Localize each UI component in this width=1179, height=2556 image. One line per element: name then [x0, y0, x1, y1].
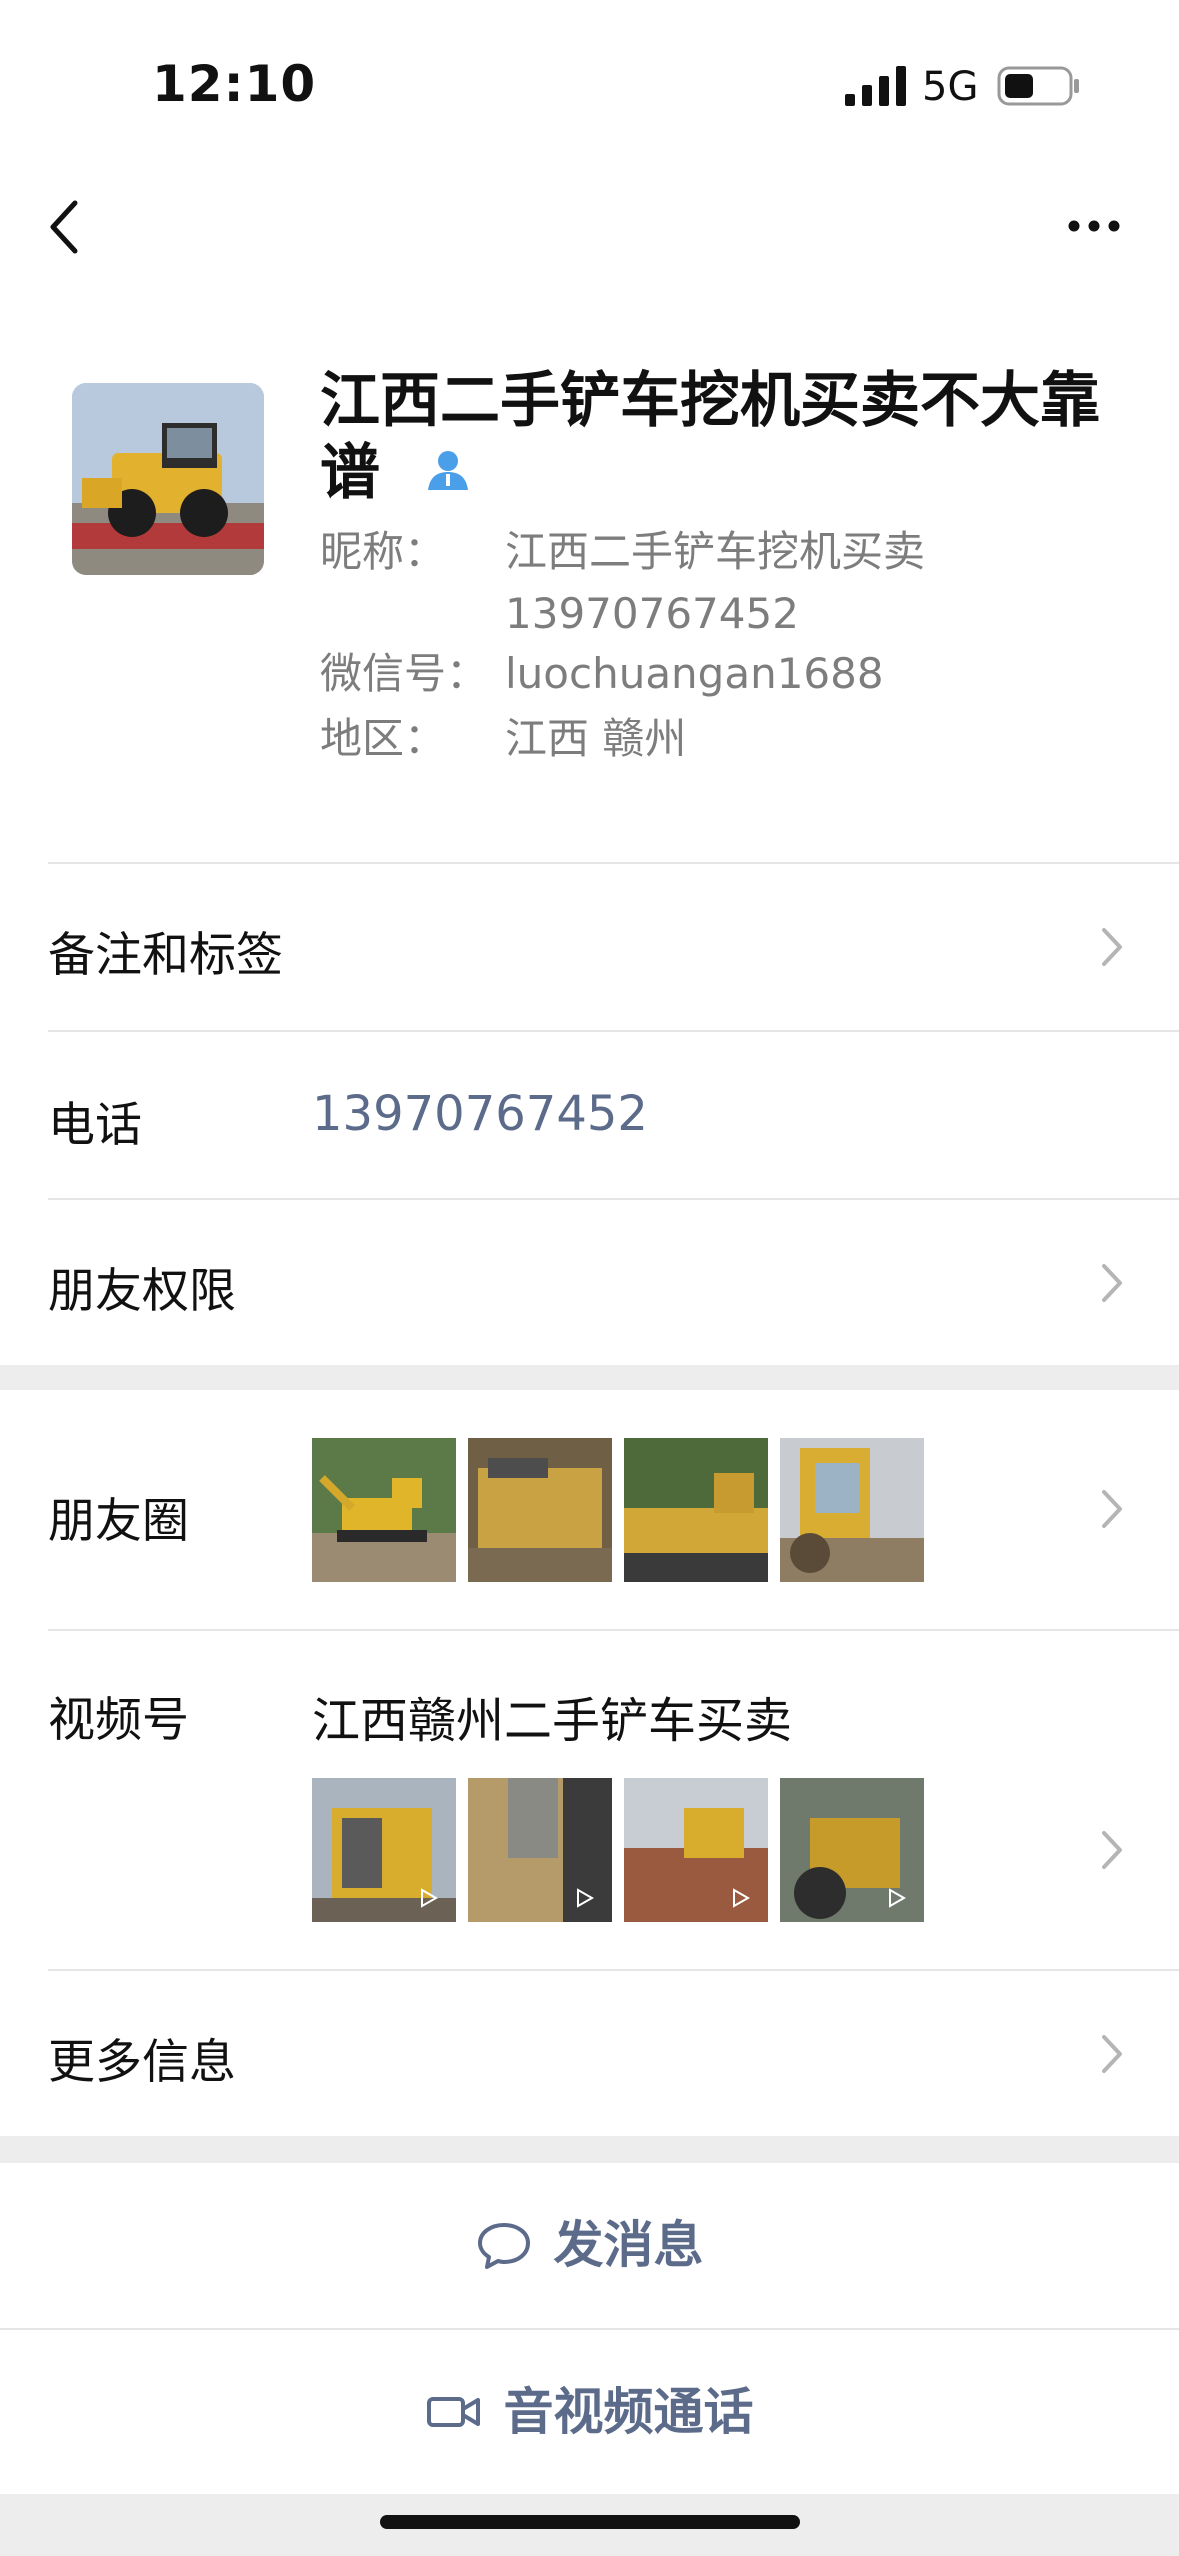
avatar[interactable]: [72, 383, 264, 575]
moments-label: 朋友圈: [48, 1494, 189, 1549]
chevron-right-icon: [1102, 1490, 1122, 1528]
nickname-label: 昵称：: [320, 527, 447, 576]
more-info-label: 更多信息: [48, 2035, 236, 2090]
channels-video-thumbnail: [468, 1778, 612, 1922]
phone-row[interactable]: 电话 13970767452: [0, 1032, 1179, 1198]
video-call-label: 音视频通话: [503, 2383, 754, 2441]
status-bar: 12:10 5G: [0, 0, 1179, 170]
channels-video-thumbnail: [780, 1778, 924, 1922]
chevron-right-icon: [1102, 928, 1122, 966]
friend-permissions-row[interactable]: 朋友权限: [0, 1200, 1179, 1365]
nickname-line2: 13970767452: [505, 589, 799, 638]
region-label: 地区：: [320, 714, 447, 763]
nickname-line1: 江西二手铲车挖机买卖: [505, 527, 926, 576]
moments-thumbnail: [312, 1438, 456, 1582]
channels-row[interactable]: 视频号 江西赣州二手铲车买卖: [0, 1631, 1179, 1969]
chevron-right-icon: [1102, 1831, 1122, 1869]
person-verified-icon: [428, 451, 468, 491]
profile-name: 江西二手铲车挖机买卖不大靠谱: [320, 365, 1120, 509]
send-message-button[interactable]: 发消息: [0, 2163, 1179, 2328]
moments-row[interactable]: 朋友圈: [0, 1390, 1179, 1629]
battery-icon: [997, 66, 1079, 106]
section-separator: [0, 2136, 1179, 2163]
signal-icon: [845, 66, 906, 106]
channels-video-thumbnail: [624, 1778, 768, 1922]
moments-thumbnail: [780, 1438, 924, 1582]
channels-title: 江西赣州二手铲车买卖: [312, 1693, 793, 1749]
back-icon[interactable]: [45, 195, 85, 259]
channels-label: 视频号: [48, 1693, 189, 1748]
phone-number-link[interactable]: 13970767452: [312, 1086, 648, 1142]
region-value: 江西 赣州: [505, 714, 687, 763]
nickname-value: 江西二手铲车挖机买卖 13970767452: [505, 521, 1065, 645]
chevron-right-icon: [1102, 1264, 1122, 1302]
video-call-button[interactable]: 音视频通话: [0, 2330, 1179, 2494]
more-info-row[interactable]: 更多信息: [0, 1971, 1179, 2136]
home-indicator[interactable]: [380, 2515, 800, 2529]
section-separator: [0, 1365, 1179, 1390]
channels-video-thumbnail: [312, 1778, 456, 1922]
send-message-label: 发消息: [553, 2216, 704, 2274]
chat-bubble-icon: [477, 2222, 530, 2269]
remarks-row[interactable]: 备注和标签: [0, 864, 1179, 1030]
remarks-label: 备注和标签: [48, 928, 283, 983]
more-icon[interactable]: [1066, 216, 1122, 236]
nickname-row: 昵称： 江西二手铲车挖机买卖 13970767452: [320, 521, 1065, 645]
chevron-right-icon: [1102, 2035, 1122, 2073]
friend-permissions-label: 朋友权限: [48, 1264, 236, 1319]
wechat-id-label: 微信号：: [320, 649, 489, 698]
phone-label: 电话: [48, 1098, 142, 1153]
status-time: 12:10: [152, 55, 317, 113]
region-row: 地区： 江西 赣州: [320, 708, 1065, 770]
network-label: 5G: [922, 64, 979, 110]
wechat-id-value: luochuangan1688: [505, 649, 884, 698]
moments-thumbnail: [468, 1438, 612, 1582]
video-camera-icon: [426, 2397, 480, 2427]
moments-thumbnail: [624, 1438, 768, 1582]
wechat-id-row: 微信号： luochuangan1688: [320, 643, 1065, 705]
